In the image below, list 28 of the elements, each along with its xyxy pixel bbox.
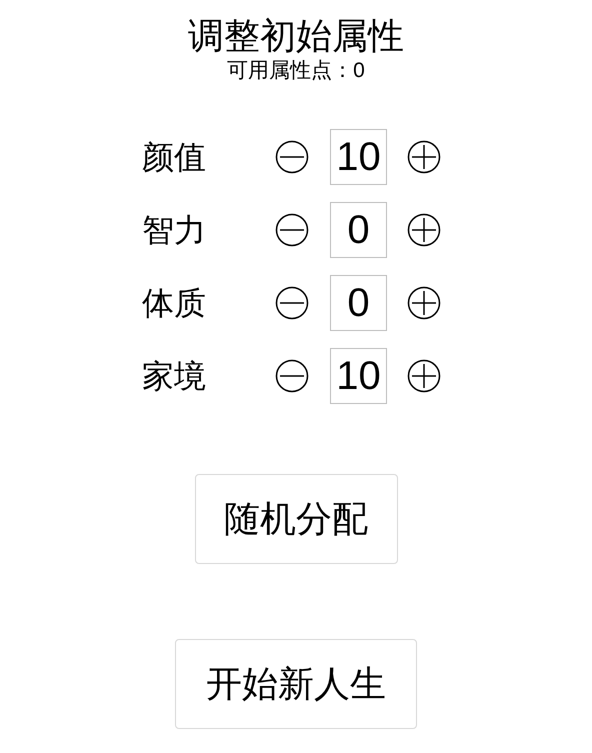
decrease-button[interactable] (275, 140, 309, 174)
minus-circle-icon (275, 286, 309, 320)
attribute-label: 体质 (142, 284, 207, 323)
minus-circle-icon (275, 140, 309, 174)
plus-circle-icon (407, 140, 441, 174)
attribute-label: 家境 (142, 357, 207, 396)
points-label: 可用属性点：0 (227, 58, 365, 84)
attribute-label: 颜值 (142, 138, 207, 177)
attribute-label: 智力 (142, 211, 207, 250)
decrease-button[interactable] (275, 286, 309, 320)
plus-circle-icon (407, 213, 441, 247)
increase-button[interactable] (407, 213, 441, 247)
random-allocate-button[interactable]: 随机分配 (194, 474, 398, 564)
start-button[interactable]: 开始新人生 (175, 639, 417, 729)
minus-circle-icon (275, 359, 309, 393)
value-field[interactable]: 10 (330, 348, 387, 404)
value-field[interactable]: 10 (330, 129, 387, 185)
value-field[interactable]: 0 (330, 202, 387, 258)
minus-circle-icon (275, 213, 309, 247)
plus-circle-icon (407, 286, 441, 320)
decrease-button[interactable] (275, 359, 309, 393)
increase-button[interactable] (407, 359, 441, 393)
increase-button[interactable] (407, 286, 441, 320)
increase-button[interactable] (407, 140, 441, 174)
decrease-button[interactable] (275, 213, 309, 247)
plus-circle-icon (407, 359, 441, 393)
value-field[interactable]: 0 (330, 275, 387, 331)
page-title: 调整初始属性 (188, 14, 404, 58)
